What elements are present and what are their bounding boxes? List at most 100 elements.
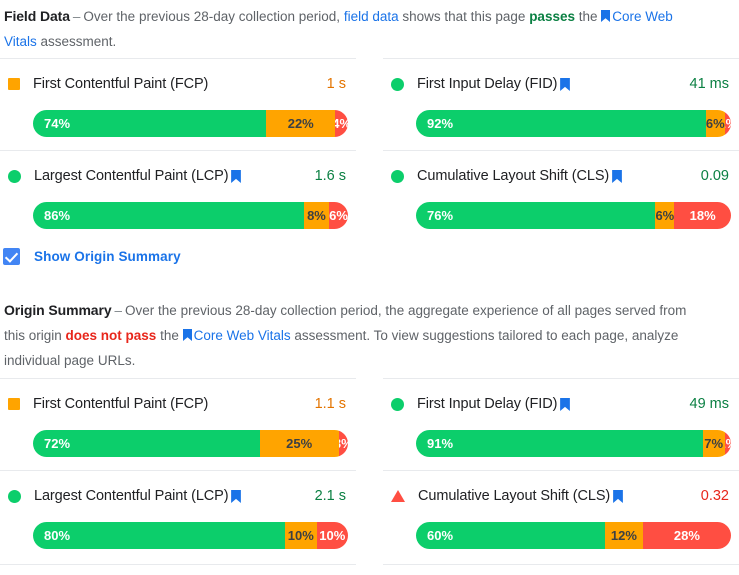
divider-left	[0, 564, 356, 565]
circle-green-icon	[8, 489, 21, 503]
bookmark-icon	[612, 169, 623, 183]
segment-label: 6%	[655, 208, 675, 223]
metric-distribution-bar: 86% 8% 6%	[33, 202, 348, 229]
bookmark-icon	[231, 169, 242, 183]
metric-distribution-bar: 92% 6%2%	[416, 110, 731, 137]
bottom-divider	[0, 564, 739, 565]
segment-label: 10%	[319, 528, 346, 543]
metric-header: Largest Contentful Paint (LCP) 2.1 s	[0, 485, 356, 507]
segment-label: 22%	[287, 116, 314, 131]
segment-label: 4%	[335, 116, 348, 131]
circle-green-icon	[391, 397, 404, 411]
show-origin-summary-toggle[interactable]: Show Origin Summary	[3, 248, 181, 265]
segment-label: 74%	[44, 116, 71, 131]
metric-distribution-bar: 74% 22% 4%	[33, 110, 348, 137]
metric-header: Cumulative Layout Shift (CLS) 0.09	[383, 165, 739, 187]
metric-distribution-bar: 72% 25% 3%	[33, 430, 348, 457]
bookmark-icon	[560, 77, 571, 91]
origin-summary-verdict: does not pass	[65, 328, 157, 343]
bookmark-icon	[613, 489, 624, 503]
distribution-segment-poor: 2%	[724, 110, 731, 137]
metric-distribution-bar: 91% 7%2%	[416, 430, 731, 457]
distribution-segment-good: 91%	[416, 430, 703, 457]
origin-summary-text-2: the	[156, 328, 183, 343]
metric-name: First Input Delay (FID)	[417, 76, 558, 92]
bookmark-icon	[231, 489, 242, 503]
metric-card: Cumulative Layout Shift (CLS) 0.09 76% 6% 18…	[383, 150, 739, 242]
distribution-segment-poor: 28%	[642, 522, 731, 549]
segment-label: 10%	[287, 528, 314, 543]
bookmark-icon	[601, 10, 611, 22]
segment-label: 86%	[44, 208, 71, 223]
divider-right	[383, 564, 739, 565]
metric-card: First Contentful Paint (FCP) 1.1 s 72% 25% 3…	[0, 378, 356, 470]
metric-value: 2.1 s	[314, 488, 346, 504]
metric-distribution-bar: 80% 10% 10%	[33, 522, 348, 549]
metric-name: First Contentful Paint (FCP)	[33, 76, 209, 92]
segment-label: 28%	[673, 528, 700, 543]
field-data-dash: –	[72, 9, 81, 24]
segment-label: 12%	[610, 528, 637, 543]
metric-distribution-bar: 60% 12% 28%	[416, 522, 731, 549]
metric-card: First Input Delay (FID) 49 ms 91% 7%2%	[383, 378, 739, 470]
distribution-segment-poor: 2%	[724, 430, 731, 457]
metric-card: Largest Contentful Paint (LCP) 1.6 s 86% 8%…	[0, 150, 356, 242]
metric-header: First Input Delay (FID) 41 ms	[383, 73, 739, 95]
metric-card: First Contentful Paint (FCP) 1 s 74% 22% 4%	[0, 58, 356, 150]
metric-card: Largest Contentful Paint (LCP) 2.1 s 80% 10…	[0, 470, 356, 562]
metric-header: First Contentful Paint (FCP) 1.1 s	[0, 393, 356, 415]
metric-value: 49 ms	[689, 396, 730, 412]
distribution-segment-good: 72%	[33, 430, 260, 457]
core-web-vitals-link[interactable]: Core Web Vitals	[194, 328, 291, 343]
metric-header: First Input Delay (FID) 49 ms	[383, 393, 739, 415]
distribution-segment-good: 74%	[33, 110, 267, 137]
segment-label: 18%	[689, 208, 716, 223]
origin-summary-description: Origin Summary – Over the previous 28-day …	[2, 298, 692, 373]
origin-summary-dash: –	[114, 303, 123, 318]
distribution-segment-good: 60%	[416, 522, 605, 549]
distribution-segment-avg: 8%	[303, 202, 330, 229]
metric-card: First Input Delay (FID) 41 ms 92% 6%2%	[383, 58, 739, 150]
segment-label: 8%	[307, 208, 326, 223]
field-data-metrics-grid: First Contentful Paint (FCP)1 s74%22%4%F…	[0, 58, 739, 242]
distribution-segment-avg: 7%	[702, 430, 725, 457]
triangle-red-icon	[391, 490, 405, 502]
metric-value: 1.1 s	[314, 396, 346, 412]
circle-green-icon	[8, 169, 21, 183]
segment-label: 80%	[44, 528, 71, 543]
metric-name: Largest Contentful Paint (LCP)	[34, 488, 229, 504]
circle-green-icon	[391, 169, 404, 183]
distribution-segment-poor: 18%	[674, 202, 731, 229]
field-data-heading: Field Data	[4, 8, 70, 24]
field-data-verdict: passes	[529, 9, 575, 24]
field-data-text-1: Over the previous 28-day collection peri…	[83, 9, 344, 24]
distribution-segment-poor: 10%	[316, 522, 348, 549]
origin-summary-heading: Origin Summary	[4, 302, 112, 318]
distribution-segment-avg: 12%	[605, 522, 643, 549]
segment-label: 6%	[705, 116, 725, 131]
distribution-segment-avg: 6%	[705, 110, 725, 137]
distribution-segment-avg: 6%	[655, 202, 675, 229]
metric-value: 1.6 s	[314, 168, 346, 184]
segment-label: 72%	[44, 436, 71, 451]
distribution-segment-poor: 6%	[329, 202, 348, 229]
distribution-segment-poor: 4%	[335, 110, 348, 137]
metric-name: Largest Contentful Paint (LCP)	[34, 168, 229, 184]
metric-name: First Contentful Paint (FCP)	[33, 396, 209, 412]
square-amber-icon	[8, 78, 20, 90]
segment-label: 7%	[704, 436, 724, 451]
segment-label: 92%	[427, 116, 454, 131]
distribution-segment-good: 76%	[416, 202, 656, 229]
checkbox-checked-icon[interactable]	[3, 248, 20, 265]
distribution-segment-good: 86%	[33, 202, 304, 229]
segment-label: 91%	[427, 436, 454, 451]
metric-card: Cumulative Layout Shift (CLS) 0.32 60% 12% 2…	[383, 470, 739, 562]
metric-header: Cumulative Layout Shift (CLS) 0.32	[383, 485, 739, 507]
field-data-link[interactable]: field data	[344, 9, 399, 24]
bookmark-icon	[560, 397, 571, 411]
metric-value: 41 ms	[689, 76, 730, 92]
show-origin-summary-label: Show Origin Summary	[34, 249, 181, 264]
field-data-description: Field Data – Over the previous 28-day coll…	[2, 4, 702, 54]
metric-distribution-bar: 76% 6% 18%	[416, 202, 731, 229]
distribution-segment-avg: 22%	[266, 110, 336, 137]
